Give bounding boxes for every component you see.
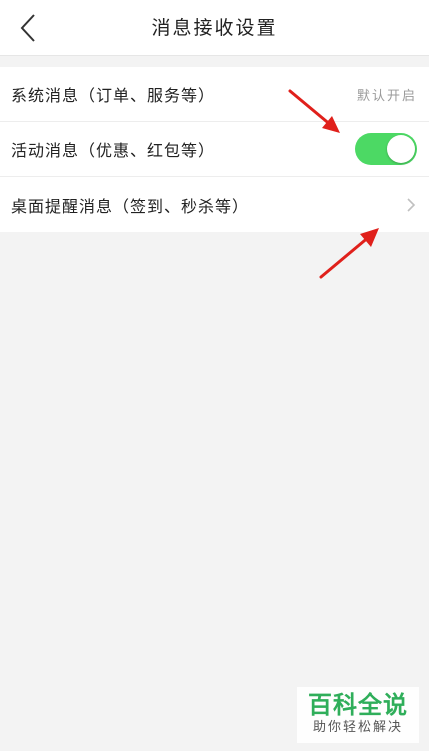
settings-list: 系统消息（订单、服务等） 默认开启 活动消息（优惠、红包等） 桌面提醒消息（签到… — [0, 67, 429, 232]
activity-messages-toggle[interactable] — [355, 133, 417, 165]
setting-row-activity-messages: 活动消息（优惠、红包等） — [0, 122, 429, 177]
setting-label: 桌面提醒消息（签到、秒杀等） — [11, 196, 250, 216]
setting-label: 系统消息（订单、服务等） — [11, 86, 216, 105]
watermark-subtitle: 助你轻松解决 — [312, 720, 403, 735]
top-navigation-bar: 消息接收设置 — [0, 0, 429, 56]
watermark: 百科全说 助你轻松解决 — [297, 687, 419, 743]
screen: 消息接收设置 系统消息（订单、服务等） 默认开启 活动消息（优惠、红包等） 桌面… — [0, 0, 429, 751]
setting-status-value: 默认开启 — [356, 88, 417, 104]
setting-row-system-messages[interactable]: 系统消息（订单、服务等） 默认开启 — [0, 67, 429, 122]
chevron-right-icon — [405, 196, 417, 214]
setting-label: 活动消息（优惠、红包等） — [11, 141, 216, 160]
page-title: 消息接收设置 — [151, 17, 278, 39]
watermark-title: 百科全说 — [308, 691, 408, 719]
setting-row-desktop-reminders[interactable]: 桌面提醒消息（签到、秒杀等） — [0, 177, 429, 232]
toggle-knob — [387, 135, 415, 163]
